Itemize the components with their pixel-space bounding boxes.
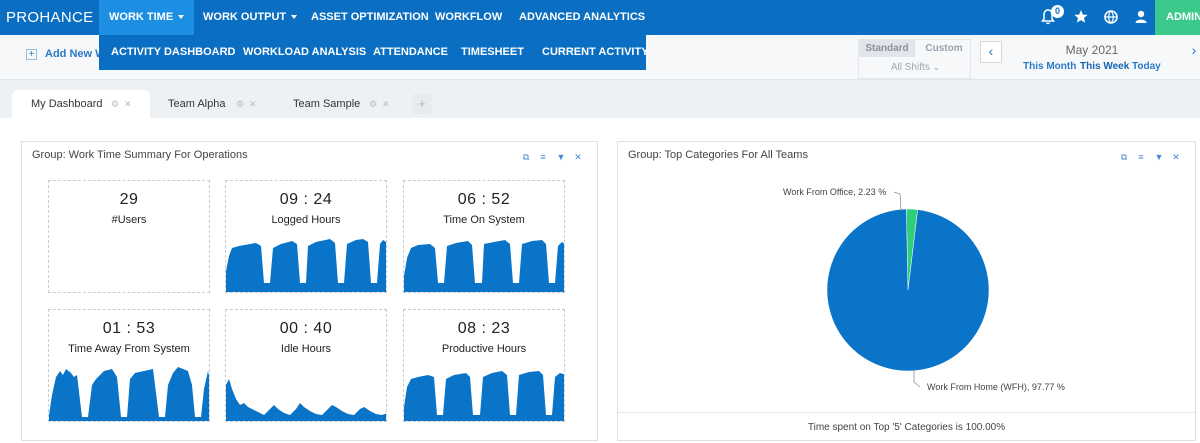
divider [618, 412, 1195, 413]
tile-value: 06 : 52 [457, 191, 511, 208]
filter-icon[interactable]: ▼ [555, 151, 567, 163]
admin-button[interactable]: ADMIN [1155, 0, 1200, 35]
close-icon[interactable]: ✕ [124, 90, 132, 118]
add-tab-button[interactable]: + [412, 94, 432, 114]
tab-team-sample[interactable]: Team Sample ⚙ ✕ [275, 90, 405, 118]
top-categories-panel: Group: Top Categories For All Teams ⧉ ≡ … [617, 141, 1196, 441]
tile-value: 08 : 23 [457, 320, 511, 337]
tile-label: #Users [111, 214, 147, 226]
logo[interactable]: PROHANCE [6, 9, 93, 26]
close-icon[interactable]: ✕ [382, 90, 390, 118]
tile-logged-hours[interactable]: 09 : 24 Logged Hours [225, 180, 387, 293]
notification-badge: 0 [1051, 5, 1064, 18]
date-navigator: ‹ May 2021 › This Month This Week Today [977, 39, 1200, 79]
panel-footer: Time spent on Top '5' Categories is 100.… [807, 422, 1006, 433]
tile-label: Time Away From System [68, 343, 190, 355]
close-icon[interactable]: ✕ [572, 151, 584, 163]
gear-icon[interactable]: ⚙ [111, 90, 119, 118]
tile-value: 00 : 40 [279, 320, 333, 337]
tile-time-away[interactable]: 01 : 53 Time Away From System [48, 309, 210, 422]
nav-work-time[interactable]: WORK TIME [99, 0, 195, 35]
next-arrow-icon[interactable]: › [1183, 41, 1200, 63]
tile-users[interactable]: 29 #Users [48, 180, 210, 293]
star-icon[interactable] [1073, 8, 1089, 26]
pie-chart [826, 191, 990, 388]
pie-label-office: Work From Office, 2.23 % [783, 187, 887, 197]
menu-workload-analysis[interactable]: WORKLOAD ANALYSIS [243, 35, 366, 70]
work-time-dropdown: ACTIVITY DASHBOARD WORKLOAD ANALYSIS ATT… [99, 35, 649, 70]
sparkline [404, 240, 564, 292]
close-icon[interactable]: ✕ [249, 90, 257, 118]
panel-title: Group: Work Time Summary For Operations [32, 149, 248, 161]
sparkline [49, 367, 209, 421]
tab-team-alpha[interactable]: Team Alpha ⚙ ✕ [150, 90, 272, 118]
tile-productive-hours[interactable]: 08 : 23 Productive Hours [403, 309, 565, 422]
top-nav: PROHANCE WORK TIME WORK OUTPUT ASSET OPT… [0, 0, 1200, 35]
shift-selector: Standard Custom All Shifts ⌄ [858, 39, 971, 79]
tile-idle-hours[interactable]: 00 : 40 Idle Hours [225, 309, 387, 422]
user-icon[interactable] [1133, 8, 1149, 26]
tile-time-on-system[interactable]: 06 : 52 Time On System [403, 180, 565, 293]
today-link[interactable]: Today [1132, 61, 1161, 72]
tab-custom[interactable]: Custom [916, 40, 972, 57]
add-new-widget-link[interactable]: Add New W [45, 48, 106, 60]
sparkline [226, 239, 386, 292]
leader-line-office [893, 191, 902, 212]
menu-activity-dashboard[interactable]: ACTIVITY DASHBOARD [111, 35, 235, 70]
tile-label: Logged Hours [271, 214, 341, 226]
nav-workflow[interactable]: WORKFLOW [435, 0, 502, 35]
nav-advanced-analytics[interactable]: ADVANCED ANALYTICS [519, 0, 645, 35]
leader-line-home [913, 370, 921, 388]
this-week-link[interactable]: This Week [1080, 61, 1129, 72]
menu-current-activity[interactable]: CURRENT ACTIVITY [542, 35, 649, 70]
list-icon[interactable]: ≡ [537, 151, 549, 163]
current-month: May 2021 [1065, 43, 1119, 57]
this-month-link[interactable]: This Month [1023, 61, 1076, 72]
sparkline [404, 371, 564, 421]
tile-value: 09 : 24 [279, 191, 333, 208]
work-time-summary-panel: Group: Work Time Summary For Operations … [21, 141, 598, 441]
chevron-down-icon [291, 15, 298, 20]
tile-value: 01 : 53 [102, 320, 156, 337]
copy-icon[interactable]: ⧉ [520, 151, 532, 163]
tab-my-dashboard[interactable]: My Dashboard ⚙ ✕ [12, 90, 150, 118]
chevron-down-icon: ⌄ [932, 62, 941, 72]
nav-work-output[interactable]: WORK OUTPUT [203, 0, 298, 35]
tab-standard[interactable]: Standard [859, 40, 915, 57]
tile-label: Idle Hours [280, 343, 332, 355]
globe-icon[interactable] [1103, 8, 1119, 26]
shift-dropdown[interactable]: All Shifts ⌄ [859, 62, 972, 73]
tile-label: Time On System [443, 214, 525, 226]
plus-icon[interactable]: + [26, 49, 37, 60]
tile-value: 29 [119, 191, 139, 208]
pie-label-home: Work From Home (WFH), 97.77 % [927, 382, 1065, 392]
menu-attendance[interactable]: ATTENDANCE [373, 35, 448, 70]
sparkline [226, 379, 386, 421]
nav-asset-optimization[interactable]: ASSET OPTIMIZATION [311, 0, 429, 35]
tile-label: Productive Hours [441, 343, 527, 355]
menu-timesheet[interactable]: TIMESHEET [461, 35, 524, 70]
gear-icon[interactable]: ⚙ [369, 90, 377, 118]
gear-icon[interactable]: ⚙ [236, 90, 244, 118]
chevron-down-icon [178, 15, 185, 20]
